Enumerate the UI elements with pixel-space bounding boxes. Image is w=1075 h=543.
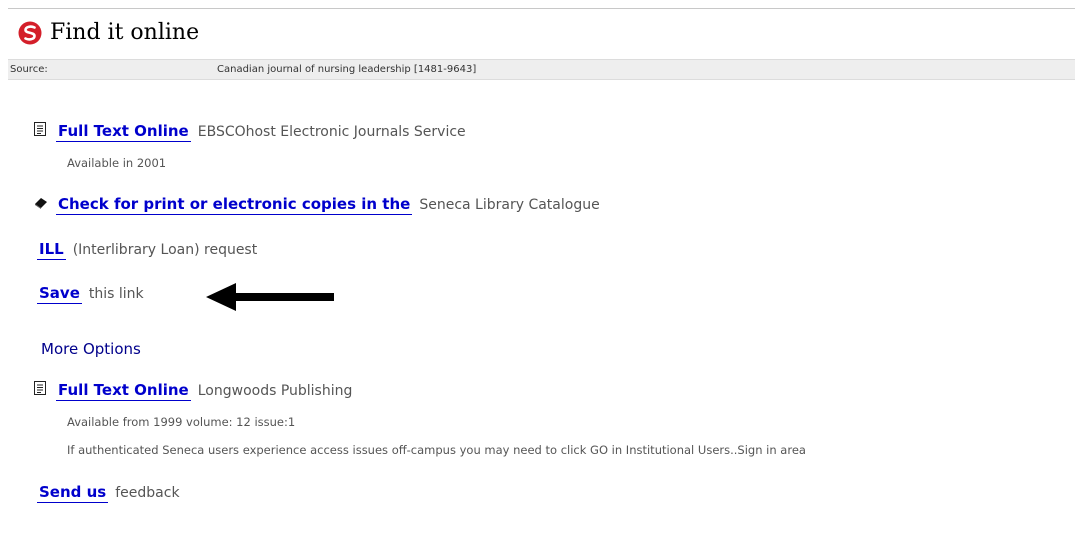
option-check-catalogue: Check for print or electronic copies in … [34, 195, 600, 215]
provider-name: EBSCOhost Electronic Journals Service [197, 124, 466, 140]
more-options-heading[interactable]: More Options [41, 340, 141, 358]
availability-text: Available from 1999 volume: 12 issue:1 [67, 415, 296, 429]
page-header: Find it online [18, 18, 199, 48]
document-icon [34, 381, 48, 399]
ill-link[interactable]: ILL [37, 240, 66, 260]
top-divider [8, 8, 1075, 9]
left-arrow-icon [206, 283, 334, 311]
send-us-link[interactable]: Send us [37, 483, 109, 503]
source-value: Canadian journal of nursing leadership [… [217, 64, 477, 75]
book-icon [34, 197, 48, 213]
source-label: Source: [10, 64, 48, 75]
option-save: Save this link [37, 284, 144, 304]
option-feedback: Send us feedback [37, 483, 180, 503]
document-icon [34, 122, 48, 140]
availability-text: Available in 2001 [67, 156, 167, 170]
access-note: If authenticated Seneca users experience… [67, 443, 806, 457]
feedback-description: feedback [115, 485, 180, 501]
full-text-online-link[interactable]: Full Text Online [56, 122, 191, 142]
provider-name: Longwoods Publishing [197, 383, 353, 399]
catalogue-name: Seneca Library Catalogue [419, 197, 600, 213]
seneca-logo-icon [18, 21, 42, 45]
option-full-text-ebsco: Full Text Online EBSCOhost Electronic Jo… [34, 122, 466, 142]
option-ill: ILL (Interlibrary Loan) request [37, 240, 257, 260]
source-bar: Source: Canadian journal of nursing lead… [8, 59, 1075, 80]
check-copies-link[interactable]: Check for print or electronic copies in … [56, 195, 413, 215]
page-title: Find it online [50, 20, 200, 45]
ill-description: (Interlibrary Loan) request [72, 242, 258, 258]
option-full-text-longwoods: Full Text Online Longwoods Publishing [34, 381, 352, 401]
save-link[interactable]: Save [37, 284, 82, 304]
full-text-online-link[interactable]: Full Text Online [56, 381, 191, 401]
save-description: this link [88, 286, 144, 302]
